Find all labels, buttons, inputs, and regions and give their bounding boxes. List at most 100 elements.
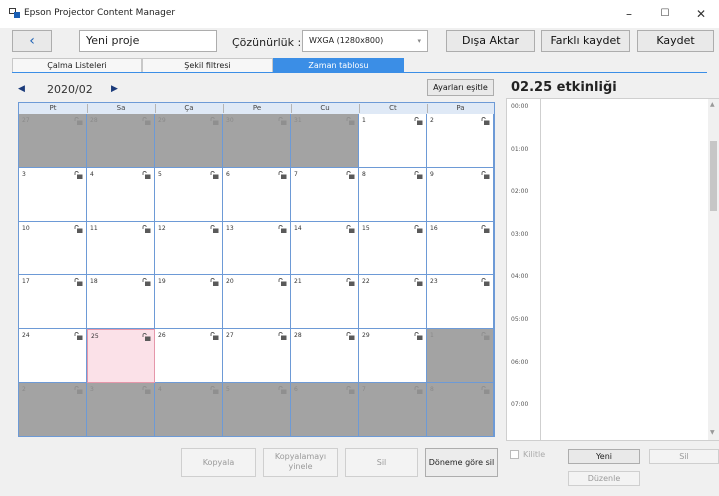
calendar-day[interactable]: 10 (19, 221, 87, 276)
tab-shape-filter[interactable]: Şekil filtresi (142, 58, 273, 72)
calendar-day[interactable]: 15 (359, 221, 427, 276)
tab-timetable[interactable]: Zaman tablosu (273, 58, 404, 72)
calendar-day[interactable]: 19 (155, 275, 223, 330)
copy-button[interactable]: Kopyala (181, 448, 256, 477)
day-number: 3 (90, 386, 94, 393)
day-number: 9 (430, 170, 434, 178)
lock-icon (481, 386, 490, 394)
day-number: 7 (362, 386, 366, 393)
calendar-day[interactable]: 2 (427, 114, 494, 168)
resolution-select[interactable]: WXGA (1280x800) ▾ (302, 30, 428, 52)
calendar-day[interactable]: 20 (223, 275, 291, 330)
tab-bar: Çalma Listeleri Şekil filtresi Zaman tab… (12, 58, 404, 72)
scroll-down-icon[interactable]: ▼ (710, 429, 715, 436)
calendar-day[interactable]: 28 (291, 329, 359, 383)
calendar-day-outside-month: 27 (19, 114, 87, 168)
header-divider (155, 104, 156, 113)
hour-column: 00:00 01:00 02:00 03:00 04:00 05:00 06:00 07:00 (507, 99, 541, 440)
calendar-day[interactable]: 9 (427, 167, 494, 222)
calendar-day-outside-month: 7 (359, 383, 427, 437)
calendar-day[interactable]: 8 (359, 167, 427, 222)
day-number: 20 (226, 278, 234, 286)
scroll-up-icon[interactable]: ▲ (710, 101, 715, 108)
new-event-button[interactable]: Yeni (568, 449, 640, 464)
day-number: 28 (90, 117, 98, 124)
chevron-down-icon: ▾ (417, 37, 421, 45)
lock-icon (210, 332, 219, 341)
calendar-day[interactable]: 14 (291, 221, 359, 276)
minimize-button[interactable]: – (611, 0, 647, 28)
edit-event-button[interactable]: Düzenle (568, 471, 640, 486)
event-timeline[interactable]: 00:00 01:00 02:00 03:00 04:00 05:00 06:00 07:00… (506, 98, 719, 441)
lock-icon (142, 333, 151, 342)
lock-icon (346, 117, 355, 125)
maximize-button[interactable]: ☐ (647, 0, 683, 28)
lock-icon (74, 170, 83, 179)
weekday-header: Ça (184, 104, 194, 112)
calendar-day[interactable]: 3 (19, 167, 87, 222)
day-number: 22 (362, 278, 370, 286)
day-number: 1 (362, 117, 366, 124)
header-divider (359, 104, 360, 113)
lock-icon (210, 278, 219, 287)
calendar-day-outside-month: 8 (427, 383, 494, 437)
calendar-day[interactable]: 4 (87, 167, 155, 222)
calendar-day[interactable]: 26 (155, 329, 223, 383)
calendar-day[interactable]: 13 (223, 221, 291, 276)
calendar-day[interactable]: 29 (359, 329, 427, 383)
calendar-day[interactable]: 5 (155, 167, 223, 222)
calendar-day[interactable]: 24 (19, 329, 87, 383)
scroll-thumb[interactable] (710, 141, 717, 211)
repeat-copy-label-line2: yinele (288, 462, 313, 471)
hour-label: 05:00 (511, 316, 529, 323)
calendar-day[interactable]: 11 (87, 221, 155, 276)
delete-event-button[interactable]: Sil (649, 449, 719, 464)
calendar-day[interactable]: 6 (223, 167, 291, 222)
calendar-day-outside-month: 1 (427, 329, 494, 383)
lock-icon (278, 224, 287, 233)
day-number: 7 (294, 170, 298, 178)
hour-label: 06:00 (511, 358, 529, 366)
lock-icon (142, 170, 151, 179)
repeat-copy-button[interactable]: Kopyalamayı yinele (263, 448, 338, 477)
calendar-day[interactable]: 12 (155, 221, 223, 276)
calendar-day[interactable]: 16 (427, 221, 494, 276)
calendar-day[interactable]: 7 (291, 167, 359, 222)
calendar-day[interactable]: 23 (427, 275, 494, 330)
calendar-day[interactable]: 18 (87, 275, 155, 330)
project-name-field[interactable]: Yeni proje (79, 30, 217, 52)
calendar-day[interactable]: 22 (359, 275, 427, 330)
previous-month-icon[interactable]: ◀ (18, 84, 25, 94)
close-button[interactable]: ✕ (683, 0, 719, 28)
resolution-value: WXGA (1280x800) (309, 36, 384, 45)
next-month-icon[interactable]: ▶ (111, 84, 118, 94)
save-as-button[interactable]: Farklı kaydet (541, 30, 630, 52)
lock-icon (414, 117, 423, 125)
lock-icon (74, 117, 83, 125)
lock-checkbox[interactable] (510, 450, 519, 459)
calendar-day-outside-month: 2 (19, 383, 87, 437)
timeline-scrollbar[interactable]: ▲ ▼ (708, 99, 719, 440)
calendar-day[interactable]: 1 (359, 114, 427, 168)
day-number: 30 (226, 117, 234, 124)
day-number: 18 (90, 278, 98, 286)
lock-icon (346, 224, 355, 233)
calendar-day[interactable]: 17 (19, 275, 87, 330)
calendar-day[interactable]: 25 (87, 329, 155, 383)
day-number: 4 (90, 170, 94, 178)
export-button[interactable]: Dışa Aktar (446, 30, 535, 52)
delete-button[interactable]: Sil (345, 448, 418, 477)
calendar-day[interactable]: 27 (223, 329, 291, 383)
calendar-day[interactable]: 21 (291, 275, 359, 330)
delete-by-period-button[interactable]: Döneme göre sil (425, 448, 498, 477)
tab-playlists[interactable]: Çalma Listeleri (12, 58, 142, 72)
hour-label: 03:00 (511, 230, 529, 238)
day-number: 11 (90, 224, 98, 232)
day-number: 2 (22, 386, 26, 393)
lock-icon (346, 278, 355, 287)
save-button[interactable]: Kaydet (637, 30, 714, 52)
month-label: 2020/02 (47, 83, 93, 96)
day-number: 16 (430, 224, 438, 232)
back-button[interactable]: ‹ (12, 30, 52, 52)
sync-settings-button[interactable]: Ayarları eşitle (427, 79, 494, 96)
